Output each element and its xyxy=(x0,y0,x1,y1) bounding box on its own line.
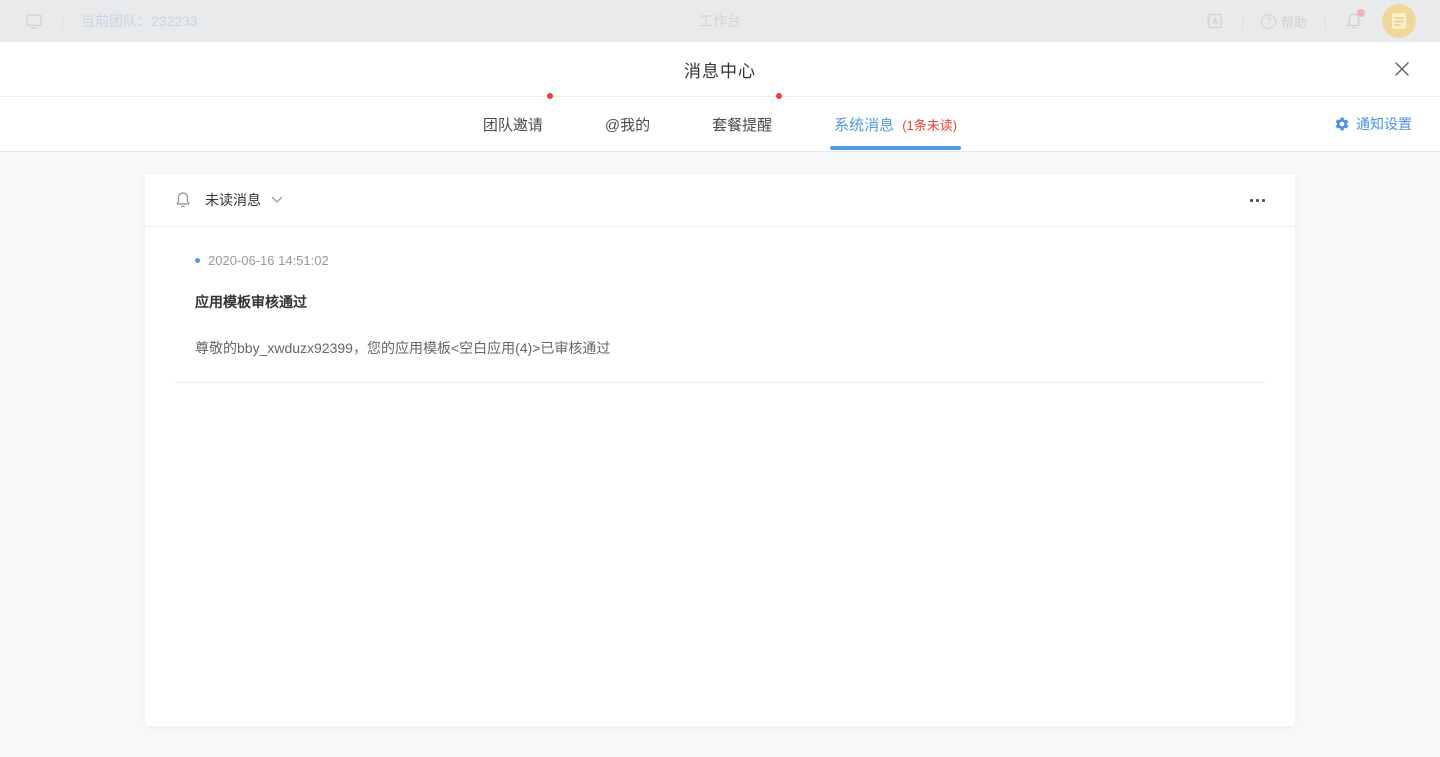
notification-badge xyxy=(1357,9,1365,17)
notifications-bell-icon[interactable] xyxy=(1344,9,1365,31)
bell-icon xyxy=(176,192,190,207)
active-tab-underline xyxy=(830,146,962,150)
help-button[interactable]: ? 帮助 xyxy=(1260,12,1307,31)
unread-count: (1条未读) xyxy=(902,117,958,133)
tab-mentions[interactable]: @我的 xyxy=(605,97,650,151)
tab-label: 团队邀请 xyxy=(482,116,543,134)
tab-label: 套餐提醒 xyxy=(712,116,773,134)
modal-header: 消息中心 xyxy=(0,42,1440,97)
tab-label: @我的 xyxy=(604,116,651,134)
modal-content: 未读消息 2020-06-16 14:51:02 应用模板审核通过 尊敬的bby… xyxy=(0,152,1440,757)
message-timestamp: 2020-06-16 14:51:02 xyxy=(208,253,329,268)
address-book-icon[interactable] xyxy=(1204,11,1224,31)
question-icon: ? xyxy=(1260,13,1276,29)
unread-dot xyxy=(776,93,783,99)
unread-dot xyxy=(546,93,553,99)
current-team-label[interactable]: 当前团队：232233 xyxy=(81,11,198,31)
tab-bar: 团队邀请 @我的 套餐提醒 系统消息 (1条未读) 通知设置 xyxy=(0,93,1440,152)
avatar[interactable] xyxy=(1382,4,1416,38)
tab-plan-reminders[interactable]: 套餐提醒 xyxy=(712,93,783,151)
message-filter-dropdown[interactable]: 未读消息 xyxy=(175,190,283,210)
unread-indicator-dot xyxy=(195,258,200,263)
messages-panel: 未读消息 2020-06-16 14:51:02 应用模板审核通过 尊敬的bby… xyxy=(145,174,1295,726)
tab-label: 系统消息 xyxy=(834,116,895,134)
filter-label: 未读消息 xyxy=(205,192,261,208)
help-label: 帮助 xyxy=(1280,14,1307,30)
workspace-monitor-icon[interactable] xyxy=(24,11,44,31)
notification-settings-label: 通知设置 xyxy=(1356,116,1412,132)
close-icon[interactable] xyxy=(1388,55,1416,83)
topbar-divider xyxy=(1325,13,1326,29)
topbar-divider xyxy=(62,13,63,29)
message-item[interactable]: 2020-06-16 14:51:02 应用模板审核通过 尊敬的bby_xwdu… xyxy=(145,227,1295,383)
message-center-modal: 消息中心 团队邀请 @我的 套餐提醒 系统消息 (1条未读) 通知设置 未读消息… xyxy=(0,42,1440,757)
message-body: 尊敬的bby_xwduzx92399，您的应用模板<空白应用(4)>已审核通过 xyxy=(195,340,611,356)
top-bar: 当前团队：232233 工作台 ? 帮助 xyxy=(0,0,1440,42)
topbar-divider xyxy=(1241,13,1243,29)
message-divider xyxy=(175,382,1265,383)
modal-title: 消息中心 xyxy=(684,61,756,81)
tab-team-invitations[interactable]: 团队邀请 xyxy=(482,93,553,151)
chevron-down-icon xyxy=(271,196,283,203)
panel-header: 未读消息 xyxy=(145,174,1295,227)
message-title: 应用模板审核通过 xyxy=(195,294,307,310)
notification-settings-button[interactable]: 通知设置 xyxy=(1334,97,1412,151)
tab-system-messages[interactable]: 系统消息 (1条未读) xyxy=(830,97,962,151)
gear-icon xyxy=(1335,117,1349,131)
more-actions-icon[interactable] xyxy=(1248,193,1267,208)
